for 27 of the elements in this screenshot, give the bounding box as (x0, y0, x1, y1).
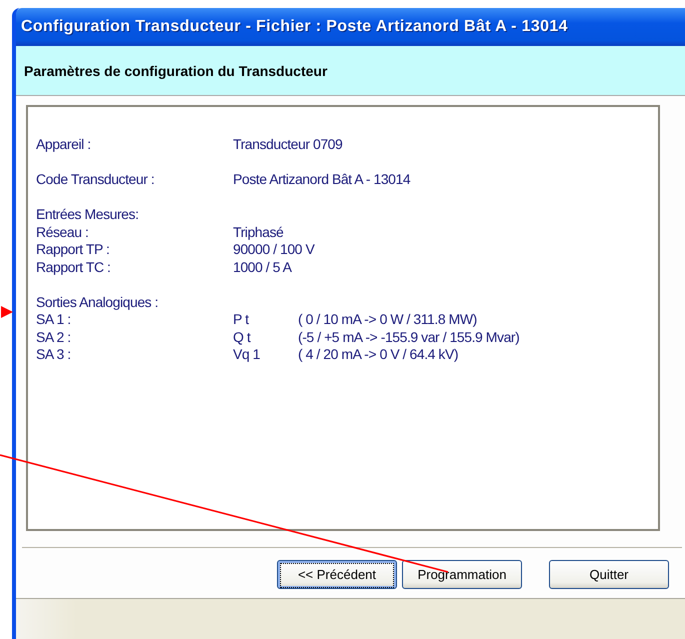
field-value: 90000 / 100 V (233, 241, 314, 258)
field-label: Code Transducteur : (36, 171, 156, 188)
field-detail: (-5 / +5 mA -> -155.9 var / 155.9 Mvar) (298, 328, 520, 346)
field-detail: ( 4 / 20 mA -> 0 V / 64.4 kV) (298, 346, 458, 364)
field-label: SA 2 : (36, 328, 72, 346)
field-value: Triphasé (233, 224, 284, 241)
field-detail: ( 0 / 10 mA -> 0 W / 311.8 MW) (298, 311, 477, 328)
dialog-button[interactable]: Quitter (549, 560, 669, 589)
field-label: Rapport TC : (36, 258, 112, 276)
field-label: Entrées Mesures: (36, 206, 140, 224)
field-label: SA 3 : (36, 346, 72, 364)
field-label: SA 1 : (36, 311, 72, 328)
window-title: Configuration Transducteur - Fichier : Poste Artizanord Bât A - 13014 (21, 18, 568, 36)
field-value: Q t (233, 328, 252, 346)
dialog-button[interactable]: Programmation (402, 560, 522, 589)
field-value: Vq 1 (233, 346, 261, 364)
field-value: 1000 / 5 A (233, 258, 293, 276)
header-title: Paramètres de configuration du Transducteur (24, 62, 328, 78)
field-label: Sorties Analogiques : (36, 294, 160, 311)
field-value: P t (233, 311, 250, 328)
field-value: Poste Artizanord Bât A - 13014 (233, 171, 410, 188)
field-label: Appareil : (36, 136, 92, 154)
field-value: Transducteur 0709 (233, 136, 342, 154)
field-label: Réseau : (36, 224, 90, 241)
arrow-icon (1, 306, 13, 318)
dialog-button[interactable]: << Précédent (277, 560, 397, 589)
field-label: Rapport TP : (36, 241, 110, 258)
